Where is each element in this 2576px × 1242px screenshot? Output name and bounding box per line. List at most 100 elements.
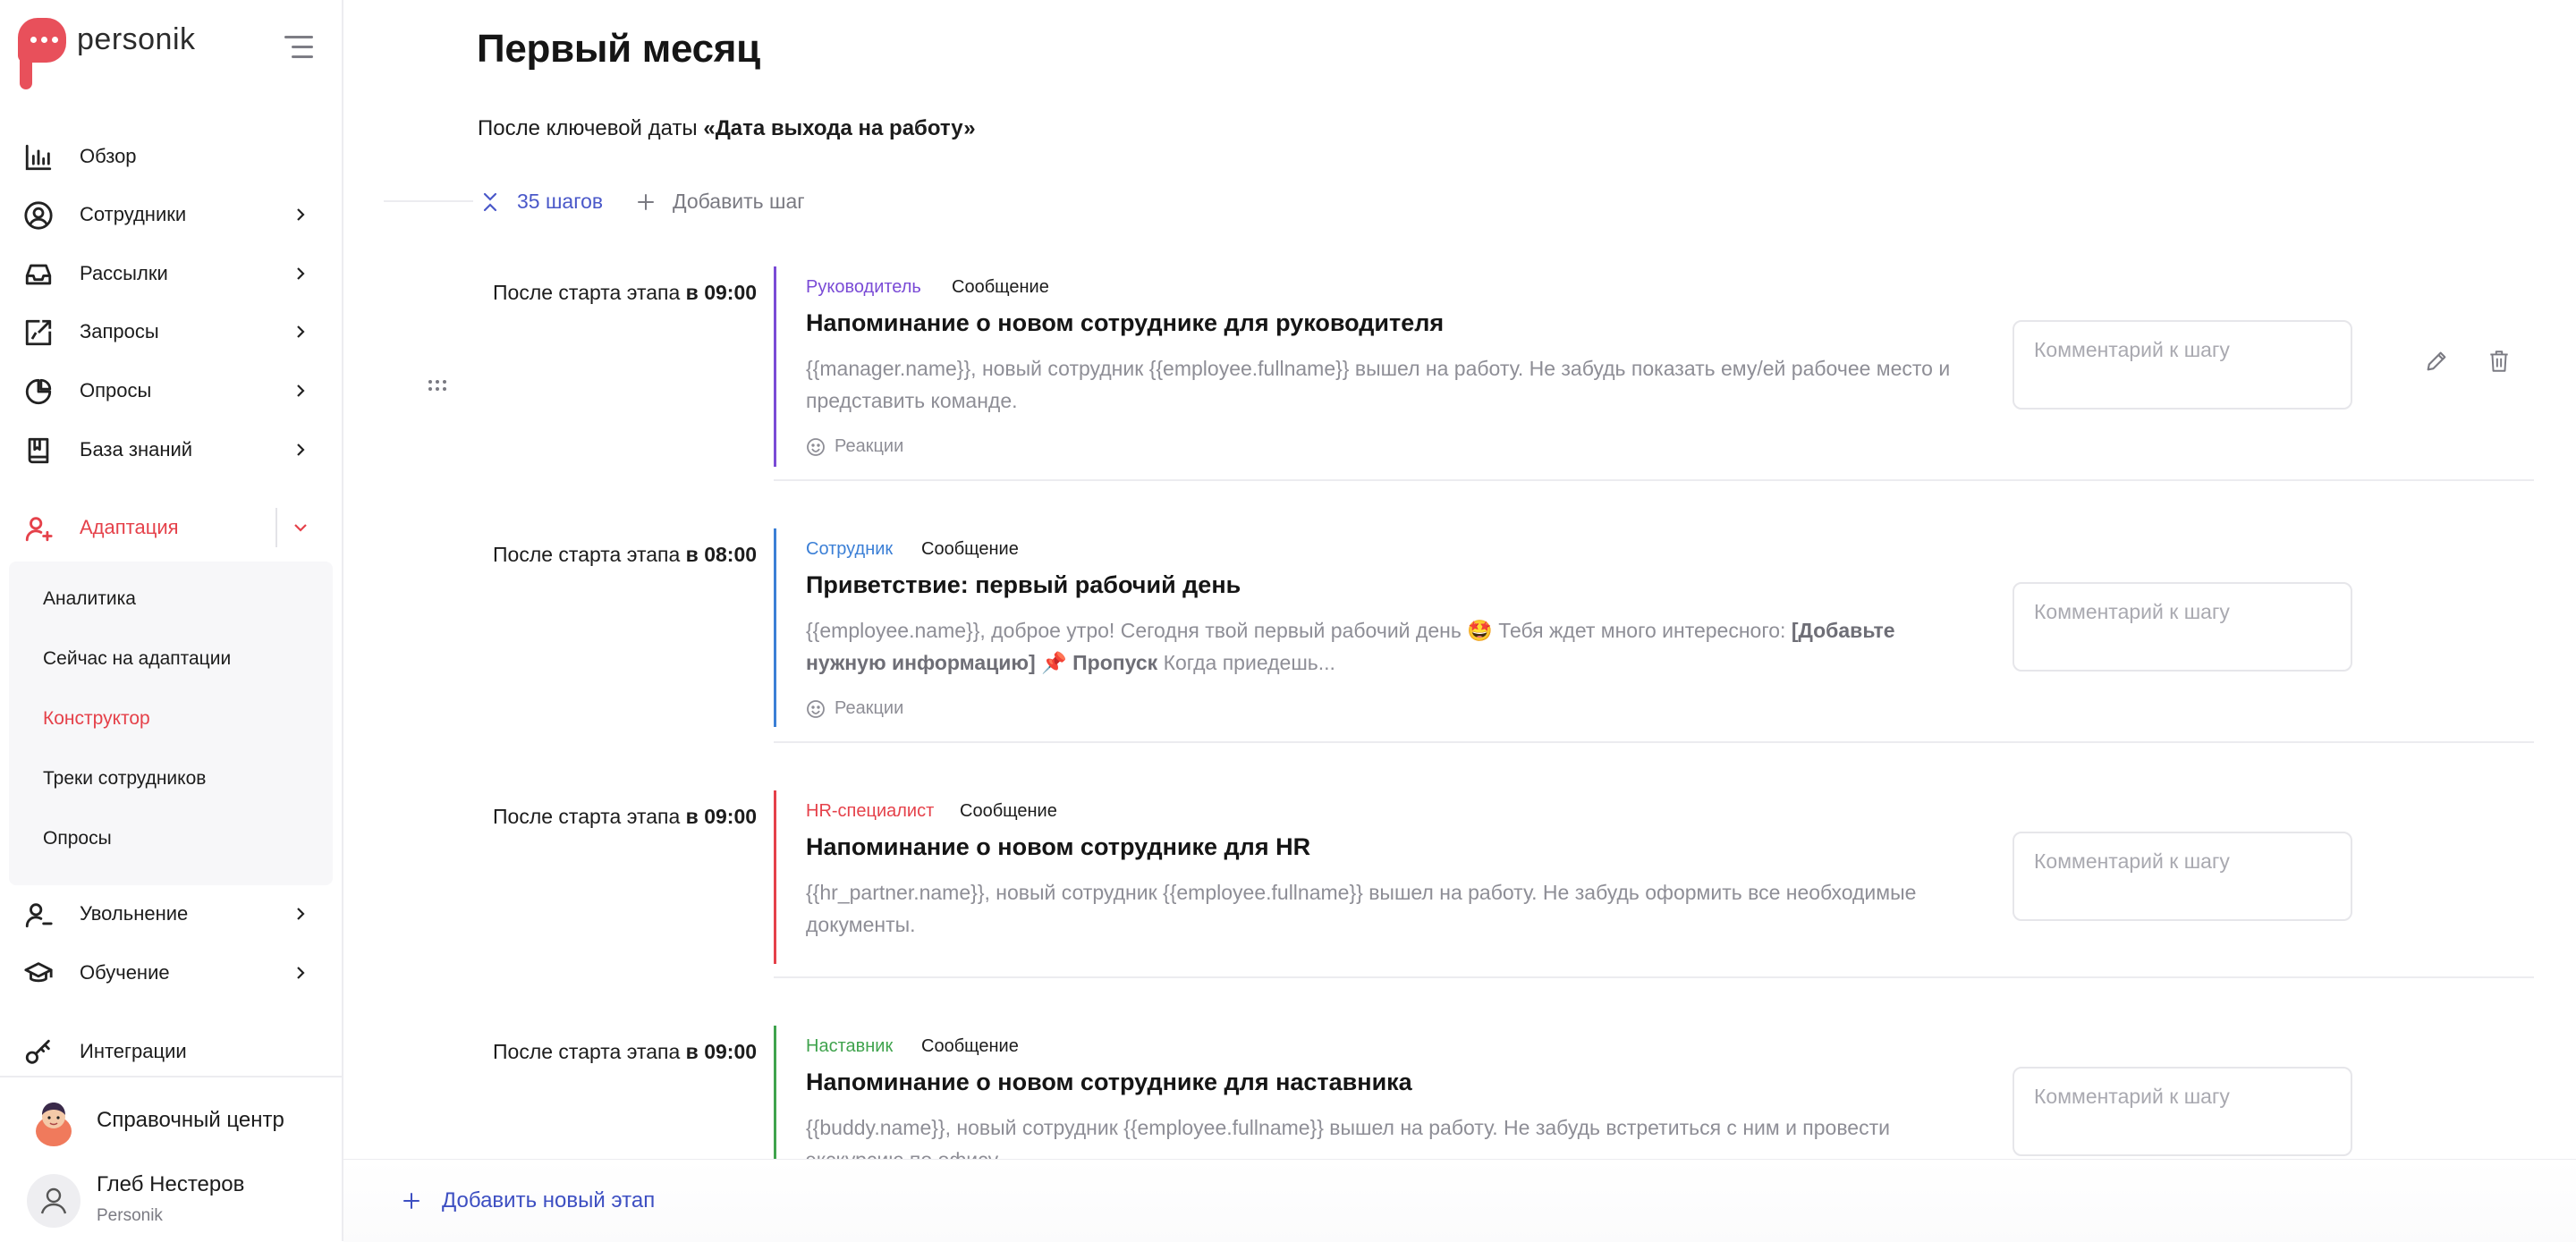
sidebar-item-label: Рассылки — [80, 262, 168, 284]
sidebar-item-employees[interactable]: Сотрудники — [0, 186, 342, 243]
sidebar-item-label: Обзор — [80, 145, 137, 167]
smile-icon — [807, 699, 825, 718]
sidebar-item-overview[interactable]: Обзор — [0, 128, 342, 185]
user-name: Глеб Нестеров — [97, 1172, 245, 1196]
submenu-item-surveys[interactable]: Опросы — [43, 828, 112, 849]
smile-icon — [807, 437, 825, 456]
sidebar-item-mailings[interactable]: Рассылки — [0, 245, 342, 302]
step-title[interactable]: Напоминание о новом сотруднике для наста… — [806, 1069, 1412, 1096]
add-stage-button[interactable]: Добавить новый этап — [402, 1188, 655, 1213]
step-message-text: {{manager.name}}, новый сотрудник {{empl… — [806, 357, 1951, 412]
reactions-label: Реакции — [835, 698, 904, 718]
user-plus-icon — [25, 517, 53, 542]
adaptation-submenu: Аналитика Сейчас на адаптации Конструкто… — [9, 562, 333, 885]
sidebar-item-label: Запросы — [80, 320, 159, 342]
graduation-cap-icon — [24, 962, 53, 983]
reactions-button[interactable]: Реакции — [806, 698, 903, 719]
user-profile[interactable]: Глеб Нестеров Personik — [0, 1156, 342, 1241]
step-card: После старта этапа в 09:00 Наставник Соо… — [343, 1026, 2576, 1160]
step-type: Сообщение — [960, 801, 1057, 821]
sidebar-item-label: Увольнение — [80, 902, 189, 925]
steps-collapse-toggle[interactable]: 35 шагов — [481, 190, 603, 214]
step-comment-field[interactable]: Комментарий к шагу — [2012, 832, 2352, 921]
sidebar-item-knowledge-base[interactable]: База знаний — [0, 421, 342, 478]
help-center[interactable]: Справочный центр — [0, 1076, 342, 1158]
role-color-bar — [774, 266, 776, 467]
step-title[interactable]: Напоминание о новом сотруднике для руков… — [806, 309, 1444, 337]
sidebar-item-label: Адаптация — [80, 516, 179, 538]
footer-bar: Добавить новый этап — [343, 1159, 2576, 1242]
key-date-value: «Дата выхода на работу» — [703, 116, 976, 140]
submenu-item-analytics[interactable]: Аналитика — [43, 588, 136, 610]
submenu-item-now-adapting[interactable]: Сейчас на адаптации — [43, 648, 231, 670]
user-circle-icon — [24, 201, 53, 230]
reactions-button[interactable]: Реакции — [806, 436, 903, 457]
step-timing: После старта этапа в 08:00 — [493, 543, 758, 566]
step-type: Сообщение — [952, 277, 1049, 297]
hamburger-icon[interactable] — [284, 36, 313, 65]
sidebar-item-label: Обучение — [80, 961, 170, 984]
chevron-right-icon — [297, 444, 305, 456]
personik-logo-icon — [18, 18, 66, 89]
sidebar-item-offboarding[interactable]: Увольнение — [0, 885, 342, 942]
user-minus-icon — [25, 903, 53, 928]
page-title: Первый месяц — [477, 27, 760, 71]
sidebar-item-integrations[interactable]: Интеграции — [0, 1023, 342, 1080]
user-organization: Personik — [97, 1206, 163, 1225]
step-message-text: {{employee.name}}, доброе утро! Сегодня … — [806, 619, 1895, 674]
logo[interactable]: personik — [18, 18, 196, 89]
inbox-icon — [25, 264, 52, 285]
add-step-button[interactable]: Добавить шаг — [637, 190, 805, 214]
sidebar-item-requests[interactable]: Запросы — [0, 303, 342, 360]
step-title[interactable]: Приветствие: первый рабочий день — [806, 571, 1241, 599]
step-message-text: {{hr_partner.name}}, новый сотрудник {{e… — [806, 881, 1917, 936]
step-role-badge: HR-специалист — [806, 801, 935, 821]
logo-text: personik — [77, 21, 196, 56]
submenu-item-employee-tracks[interactable]: Треки сотрудников — [43, 768, 206, 790]
add-stage-label: Добавить новый этап — [442, 1188, 656, 1212]
help-center-avatar-icon — [36, 1103, 72, 1146]
sidebar-item-label: Сотрудники — [80, 203, 187, 225]
sidebar-item-label: Интеграции — [80, 1040, 187, 1062]
step-title[interactable]: Напоминание о новом сотруднике для HR — [806, 833, 1310, 861]
divider — [774, 479, 2534, 481]
chevron-down-icon[interactable] — [292, 519, 309, 537]
step-timing: После старта этапа в 09:00 — [493, 281, 758, 304]
sidebar-item-adaptation[interactable]: Адаптация — [0, 499, 342, 556]
sidebar-item-label: Опросы — [80, 379, 152, 401]
chevron-right-icon — [297, 325, 305, 338]
step-card: После старта этапа в 09:00 HR-специалист… — [343, 790, 2576, 1052]
plus-icon — [403, 1193, 419, 1209]
chevron-right-icon — [297, 967, 305, 979]
step-comment-field[interactable]: Комментарий к шагу — [2012, 1067, 2352, 1156]
step-message-text: {{buddy.name}}, новый сотрудник {{employ… — [806, 1116, 1890, 1160]
step-timing: После старта этапа в 09:00 — [493, 1040, 758, 1063]
divider — [384, 200, 473, 202]
request-share-icon — [25, 319, 52, 346]
step-type: Сообщение — [921, 539, 1019, 559]
step-comment-field[interactable]: Комментарий к шагу — [2012, 582, 2352, 672]
step-card: После старта этапа в 08:00 Сотрудник Соо… — [343, 528, 2576, 790]
sidebar-item-surveys[interactable]: Опросы — [0, 362, 342, 419]
step-comment-field[interactable]: Комментарий к шагу — [2012, 320, 2352, 410]
help-center-label: Справочный центр — [97, 1108, 284, 1132]
key-date-prefix: После ключевой даты — [478, 116, 698, 140]
chevron-right-icon — [297, 908, 305, 920]
chevron-right-icon — [297, 208, 305, 221]
edit-pencil-icon[interactable] — [2424, 349, 2449, 374]
collapse-icon — [483, 192, 497, 211]
sidebar-item-learning[interactable]: Обучение — [0, 944, 342, 1001]
divider — [774, 741, 2534, 743]
submenu-item-constructor[interactable]: Конструктор — [43, 708, 150, 730]
reactions-label: Реакции — [835, 436, 904, 456]
trash-icon[interactable] — [2487, 349, 2511, 374]
role-color-bar — [774, 528, 776, 727]
key-icon — [25, 1039, 50, 1064]
steps-count: 35 шагов — [517, 190, 604, 213]
drag-handle-icon[interactable] — [428, 379, 447, 392]
step-card: После старта этапа в 09:00 Руководитель … — [343, 266, 2576, 528]
book-icon — [28, 437, 49, 464]
chevron-right-icon — [297, 384, 305, 397]
key-date-label: После ключевой даты «Дата выхода на рабо… — [478, 116, 976, 141]
pie-chart-icon — [25, 378, 52, 405]
